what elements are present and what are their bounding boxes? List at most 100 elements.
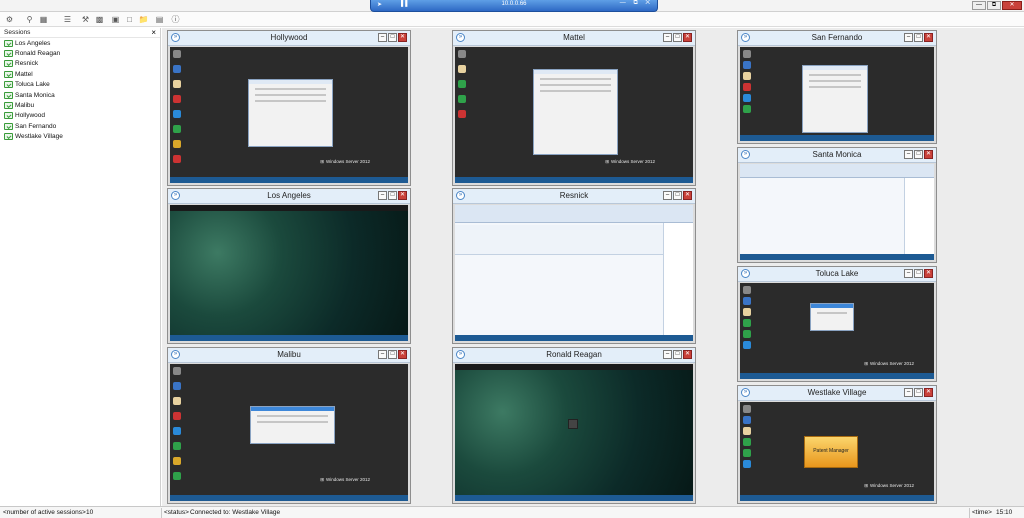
remote-taskbar [455,335,693,341]
remote-screen[interactable] [455,205,693,341]
session-tile-santa-monica[interactable]: » Santa Monica ‒ □ ✕ [737,147,937,263]
restore-button[interactable]: ⧉ [987,1,1001,10]
session-list-label: San Fernando [15,122,57,130]
session-title: Ronald Reagan [546,350,602,359]
minimize-icon[interactable]: ‒ [904,269,913,278]
session-tile-ronald-reagan[interactable]: » Ronald Reagan ‒ □ ✕ [452,347,696,504]
sessions-header: Sessions [0,28,160,38]
status-value: Connected to: Westlake Village [190,509,281,516]
chart-icon[interactable]: ▩ [94,14,105,25]
session-list-item[interactable]: Mattel [0,69,160,79]
folder-icon[interactable]: 📁 [138,14,149,25]
maximize-icon[interactable]: □ [673,33,682,42]
minimize-icon[interactable]: ‒ [663,350,672,359]
remote-dialog [802,65,868,133]
close-icon[interactable]: ✕ [924,33,933,42]
maximize-icon[interactable]: □ [914,388,923,397]
session-list-item[interactable]: Ronald Reagan [0,48,160,58]
session-list-item[interactable]: San Fernando [0,121,160,131]
remote-connection-bar[interactable]: ➤ ▌▌ 10.0.0.66 — ⧉ ✕ [370,0,658,12]
minimize-icon[interactable]: ‒ [378,350,387,359]
windows-server-label: Windows Server 2012 [605,159,655,165]
remote-screen[interactable]: Patent Manager Windows Server 2012 [740,402,934,501]
close-icon[interactable]: ✕ [924,269,933,278]
session-connected-icon [4,39,13,47]
remote-screen[interactable] [455,364,693,501]
session-tile-malibu[interactable]: » Malibu ‒□✕ Windows Server 2012 [167,347,411,504]
session-list-item[interactable]: Los Angeles [0,38,160,48]
close-icon[interactable]: ✕ [683,350,692,359]
maximize-icon[interactable]: □ [914,150,923,159]
remote-screen[interactable] [740,164,934,260]
maximize-icon[interactable]: □ [673,350,682,359]
minimize-icon[interactable]: ‒ [904,33,913,42]
session-connected-icon [4,70,13,78]
minimize-icon[interactable]: ‒ [378,33,387,42]
desktop-icons [173,50,183,170]
close-icon[interactable]: ✕ [398,350,407,359]
session-connected-icon [4,133,13,141]
session-tile-mattel[interactable]: » Mattel ‒□✕ Windows Server 2012 [452,30,696,186]
minimize-icon[interactable]: ‒ [663,33,672,42]
find-icon[interactable]: ⚲ [24,14,35,25]
top-bar: ➤ ▌▌ 10.0.0.66 — ⧉ ✕ — ⧉ ✕ [0,0,1024,12]
desktop-icons [743,286,753,352]
session-tile-toluca-lake[interactable]: » Toluca Lake ‒□✕ Windows Server 2012 [737,266,937,382]
rd-window-controls[interactable]: — ⧉ ✕ [620,0,653,7]
session-list-item[interactable]: Hollywood [0,111,160,121]
close-icon[interactable]: ✕ [924,388,933,397]
minimize-icon[interactable]: ‒ [904,388,913,397]
list-icon[interactable]: ☰ [62,14,73,25]
maximize-icon[interactable]: □ [673,191,682,200]
session-title: Resnick [559,191,589,200]
session-tile-san-fernando[interactable]: » San Fernando ‒ □ ✕ [737,30,937,144]
fullscreen-icon[interactable]: ▣ [110,14,121,25]
session-tile-los-angeles[interactable]: » Los Angeles ‒ □ ✕ [167,188,411,344]
remote-taskbar [455,495,693,501]
remote-screen[interactable] [740,47,934,141]
minimize-icon[interactable]: ‒ [378,191,387,200]
remote-taskbar [740,135,934,141]
remote-taskbar [740,373,934,379]
gear-plus-icon[interactable]: ⚙ [4,14,15,25]
session-list-label: Los Angeles [15,39,51,47]
info-icon[interactable]: ⓘ [170,14,181,25]
image-icon[interactable]: ▤ [154,14,165,25]
minimize-icon[interactable]: ‒ [904,150,913,159]
patent-manager-splash: Patent Manager [804,436,858,468]
connection-address: 10.0.0.66 [501,1,527,7]
close-button[interactable]: ✕ [1002,1,1022,10]
minimize-button[interactable]: — [972,1,986,10]
session-list-item[interactable]: Westlake Village [0,132,160,142]
remote-screen[interactable]: Windows Server 2012 [740,283,934,379]
session-tile-westlake-village[interactable]: » Westlake Village ‒□✕ Patent Manager Wi… [737,385,937,504]
remote-screen[interactable]: Windows Server 2012 [170,47,408,183]
maximize-icon[interactable]: □ [388,33,397,42]
close-icon[interactable]: ✕ [683,33,692,42]
tools-icon[interactable]: ⚒ [80,14,91,25]
windows-server-label: Windows Server 2012 [320,477,370,483]
maximize-icon[interactable]: □ [914,33,923,42]
maximize-icon[interactable]: □ [388,191,397,200]
session-list-item[interactable]: Malibu [0,100,160,110]
remote-screen[interactable]: Windows Server 2012 [170,364,408,501]
maximize-icon[interactable]: □ [388,350,397,359]
session-list-item[interactable]: Toluca Lake [0,80,160,90]
screen-icon[interactable]: ▦ [38,14,49,25]
session-list-item[interactable]: Santa Monica [0,90,160,100]
session-tile-resnick[interactable]: » Resnick ‒ □ ✕ [452,188,696,344]
remote-screen[interactable]: Windows Server 2012 [455,47,693,183]
session-list-item[interactable]: Resnick [0,59,160,69]
maximize-icon[interactable]: □ [914,269,923,278]
close-icon[interactable]: ✕ [398,191,407,200]
minimize-icon[interactable]: ‒ [663,191,672,200]
close-icon[interactable]: ✕ [398,33,407,42]
windows-server-label: Windows Server 2012 [864,483,914,489]
window-icon[interactable]: □ [124,14,135,25]
close-panel-icon[interactable]: × [151,28,156,38]
remote-screen[interactable] [170,205,408,341]
close-icon[interactable]: ✕ [683,191,692,200]
session-tile-hollywood[interactable]: » Hollywood ‒□✕ Windows Server 2012 [167,30,411,186]
remote-dialog [810,303,854,331]
close-icon[interactable]: ✕ [924,150,933,159]
